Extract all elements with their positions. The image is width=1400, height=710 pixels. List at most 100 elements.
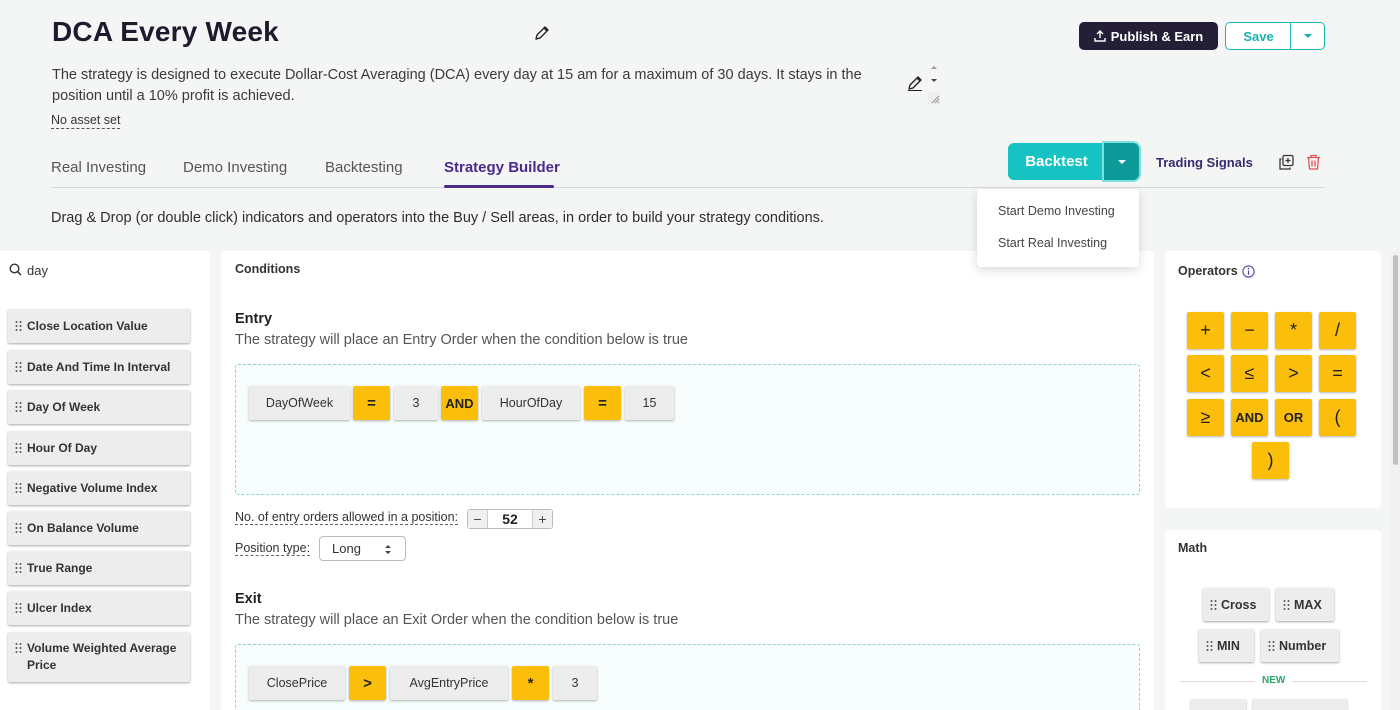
position-type-select[interactable]: Long xyxy=(319,536,406,561)
indicator-search-input[interactable] xyxy=(27,261,197,279)
grip-icon xyxy=(1206,640,1213,651)
indicator-negative-volume-index[interactable]: Negative Volume Index xyxy=(8,471,190,505)
math-max[interactable]: MAX xyxy=(1276,588,1334,621)
exit-token-greater-than[interactable]: > xyxy=(349,666,386,700)
indicator-volume-weighted-average-price[interactable]: Volume Weighted Average Price xyxy=(8,632,190,682)
operator-greater-equal[interactable]: ≥ xyxy=(1187,399,1224,436)
operator-less-equal[interactable]: ≤ xyxy=(1231,355,1268,392)
upload-icon xyxy=(1094,30,1106,42)
position-type-label: Position type: xyxy=(235,541,311,556)
indicator-close-location-value[interactable]: Close Location Value xyxy=(8,309,190,343)
indicator-date-and-time-in-interval[interactable]: Date And Time In Interval xyxy=(8,350,190,384)
operator-close-paren[interactable]: ) xyxy=(1252,442,1289,479)
entry-orders-stepper[interactable]: − 52 + xyxy=(467,509,553,529)
grip-icon xyxy=(15,483,22,493)
grip-icon xyxy=(15,362,22,372)
grip-icon xyxy=(15,523,22,533)
info-icon[interactable] xyxy=(1242,264,1255,278)
math-item-partial[interactable] xyxy=(1191,699,1246,710)
publish-earn-button[interactable]: Publish & Earn xyxy=(1079,22,1218,50)
operator-minus[interactable]: − xyxy=(1231,312,1268,349)
exit-token-closeprice[interactable]: ClosePrice xyxy=(249,666,345,700)
grip-icon xyxy=(1268,640,1275,651)
active-tab-indicator xyxy=(444,185,554,188)
position-type-value: Long xyxy=(332,541,361,556)
backtest-button[interactable]: Backtest xyxy=(1008,143,1105,180)
entry-token-equals[interactable]: = xyxy=(584,386,621,420)
grip-icon xyxy=(15,402,22,412)
grip-icon xyxy=(15,563,22,573)
math-label: Number xyxy=(1279,638,1327,653)
indicator-label: Day Of Week xyxy=(27,399,101,414)
operator-open-paren[interactable]: ( xyxy=(1319,399,1356,436)
increment-button[interactable]: + xyxy=(533,510,552,528)
math-cross[interactable]: Cross xyxy=(1203,588,1269,621)
conditions-title: Conditions xyxy=(235,262,301,276)
operator-or[interactable]: OR xyxy=(1275,399,1312,436)
tabs-divider xyxy=(51,187,1325,188)
save-button[interactable]: Save xyxy=(1225,22,1291,50)
start-demo-investing-item[interactable]: Start Demo Investing xyxy=(998,204,1115,218)
exit-token-avgentryprice[interactable]: AvgEntryPrice xyxy=(390,666,508,700)
indicator-day-of-week[interactable]: Day Of Week xyxy=(8,390,190,424)
asset-link[interactable]: No asset set xyxy=(51,113,121,129)
math-label: MIN xyxy=(1217,638,1240,653)
edit-title-pencil-icon[interactable] xyxy=(533,24,551,42)
description-scroll-control[interactable] xyxy=(926,62,942,106)
tab-real-investing[interactable]: Real Investing xyxy=(51,159,146,176)
save-options-button[interactable] xyxy=(1290,22,1325,50)
trash-icon[interactable] xyxy=(1306,154,1321,170)
operator-multiply[interactable]: * xyxy=(1275,312,1312,349)
page-scrollbar-thumb[interactable] xyxy=(1393,255,1398,465)
math-min[interactable]: MIN xyxy=(1199,629,1254,662)
strategy-description[interactable]: The strategy is designed to execute Doll… xyxy=(52,65,882,107)
entry-token-equals[interactable]: = xyxy=(353,386,390,420)
indicator-label: Volume Weighted Average Price xyxy=(27,641,177,672)
copy-icon[interactable] xyxy=(1278,154,1295,171)
entry-token-number[interactable]: 15 xyxy=(625,386,674,420)
grip-icon xyxy=(15,443,22,453)
entry-token-number[interactable]: 3 xyxy=(394,386,438,420)
indicator-label: Negative Volume Index xyxy=(27,480,158,495)
operator-greater-than[interactable]: > xyxy=(1275,355,1312,392)
trading-signals-link[interactable]: Trading Signals xyxy=(1156,155,1253,170)
grip-icon xyxy=(1283,599,1290,610)
operator-and[interactable]: AND xyxy=(1231,399,1268,436)
edit-description-pencil-icon[interactable] xyxy=(906,74,924,92)
exit-token-number[interactable]: 3 xyxy=(553,666,597,700)
entry-token-and[interactable]: AND xyxy=(441,386,478,420)
entry-token-hourofday[interactable]: HourOfDay xyxy=(482,386,580,420)
grip-icon xyxy=(15,643,22,653)
tab-demo-investing[interactable]: Demo Investing xyxy=(183,159,287,176)
indicator-true-range[interactable]: True Range xyxy=(8,551,190,585)
math-item-partial[interactable] xyxy=(1253,699,1347,710)
math-label: Cross xyxy=(1221,597,1257,612)
indicator-hour-of-day[interactable]: Hour Of Day xyxy=(8,431,190,465)
operator-divide[interactable]: / xyxy=(1319,312,1356,349)
entry-drop-zone[interactable] xyxy=(235,364,1140,495)
exit-token-multiply[interactable]: * xyxy=(512,666,549,700)
indicator-ulcer-index[interactable]: Ulcer Index xyxy=(8,591,190,625)
indicator-on-balance-volume[interactable]: On Balance Volume xyxy=(8,511,190,545)
math-number[interactable]: Number xyxy=(1261,629,1339,662)
grip-icon xyxy=(15,603,22,613)
backtest-dropdown-menu: Start Demo Investing Start Real Investin… xyxy=(977,189,1139,267)
tab-strategy-builder[interactable]: Strategy Builder xyxy=(444,159,560,176)
builder-hint: Drag & Drop (or double click) indicators… xyxy=(51,210,824,226)
operator-plus[interactable]: + xyxy=(1187,312,1224,349)
decrement-button[interactable]: − xyxy=(468,510,487,528)
publish-label: Publish & Earn xyxy=(1110,28,1204,44)
operators-heading: Operators xyxy=(1178,264,1255,278)
start-real-investing-item[interactable]: Start Real Investing xyxy=(998,236,1107,250)
operator-equals[interactable]: = xyxy=(1319,355,1356,392)
tab-backtesting[interactable]: Backtesting xyxy=(325,159,403,176)
indicator-label: Close Location Value xyxy=(27,318,148,333)
entry-orders-value[interactable]: 52 xyxy=(487,510,533,528)
select-arrows-icon xyxy=(385,545,391,554)
indicator-label: On Balance Volume xyxy=(27,520,139,535)
backtest-options-button[interactable] xyxy=(1104,143,1139,180)
math-title: Math xyxy=(1178,541,1208,555)
operator-less-than[interactable]: < xyxy=(1187,355,1224,392)
indicator-label: Hour Of Day xyxy=(27,440,98,455)
entry-token-dayofweek[interactable]: DayOfWeek xyxy=(249,386,350,420)
